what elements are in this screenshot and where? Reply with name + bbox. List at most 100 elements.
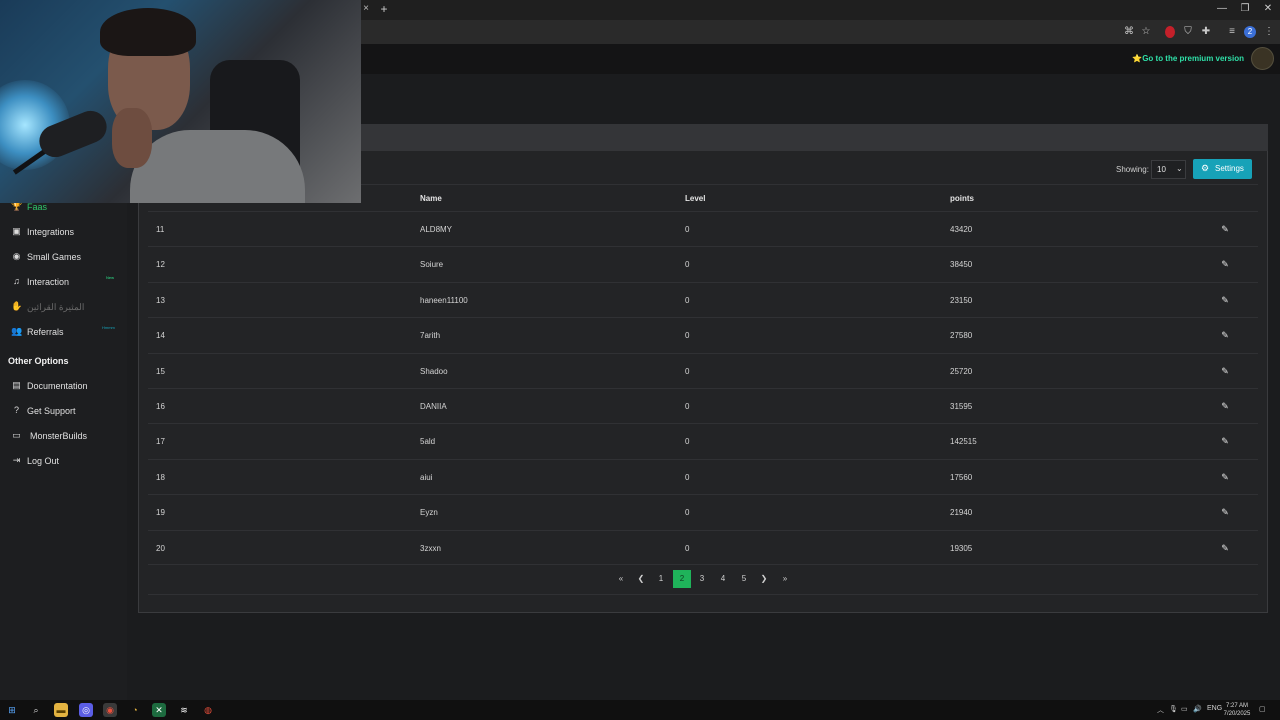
search-icon[interactable]: ⌕ (29, 703, 43, 717)
column-header-level[interactable]: Level (685, 194, 705, 203)
row-rank: 20 (156, 544, 165, 553)
sidebar-item-label: MonsterBuilds (30, 431, 88, 441)
bookmark-star-icon[interactable]: ☆ (1139, 25, 1153, 39)
sidebar-item-small-games[interactable]: ◉ Small Games (0, 248, 127, 266)
sidebar-item-documentation[interactable]: ▤ Documentation (0, 377, 127, 395)
edit-pencil-icon[interactable]: ✎ (1219, 400, 1231, 412)
edit-pencil-icon[interactable]: ✎ (1219, 365, 1231, 377)
sidebar-item-referrals[interactable]: 👥 Referrals Hmmm (0, 323, 127, 341)
table-row: 15 Shadoo 0 25720 ✎ (148, 353, 1258, 388)
close-window-icon[interactable]: ✕ (1261, 2, 1275, 16)
notification-icon[interactable]: ▢ (1259, 705, 1266, 713)
row-level: 0 (685, 225, 690, 234)
row-name: 7arith (420, 331, 441, 340)
minimize-icon[interactable]: — (1215, 2, 1229, 16)
network-tray-icon[interactable]: ▭ (1181, 705, 1188, 713)
prev-page-icon[interactable]: ❮ (634, 570, 648, 588)
row-name: Shadoo (420, 367, 448, 376)
music-icon: ♫ (13, 276, 20, 286)
page-size-select[interactable]: 10 ⌄ (1151, 160, 1186, 179)
row-rank: 17 (156, 437, 165, 446)
edit-pencil-icon[interactable]: ✎ (1219, 506, 1231, 518)
excel-icon[interactable]: ✕ (152, 703, 166, 717)
sidebar-item-integrations[interactable]: ▣ Integrations (0, 223, 127, 241)
table-row: 18 aiui 0 17560 ✎ (148, 459, 1258, 494)
taskbar-clock[interactable]: 7:27 AM 7/20/2025 (1222, 702, 1252, 718)
edit-pencil-icon[interactable]: ✎ (1219, 435, 1231, 447)
row-name: 3zxxn (420, 544, 441, 553)
page-1-button[interactable]: 1 (654, 570, 668, 588)
webcam-person-hair (100, 8, 196, 56)
row-level: 0 (685, 402, 690, 411)
row-level: 0 (685, 437, 690, 446)
sidebar-item-interaction[interactable]: ♫ Interaction New (0, 273, 127, 291)
menu-dots-icon[interactable]: ⋮ (1262, 25, 1276, 39)
premium-link[interactable]: ⭐Go to the premium version (1132, 54, 1244, 63)
tab-close-icon[interactable]: × (361, 3, 371, 15)
user-avatar[interactable] (1251, 47, 1274, 70)
row-level: 0 (685, 260, 690, 269)
recorder-icon[interactable]: ◍ (201, 703, 215, 717)
row-rank: 15 (156, 367, 165, 376)
edit-pencil-icon[interactable]: ✎ (1219, 471, 1231, 483)
page-5-button[interactable]: 5 (737, 570, 751, 588)
last-page-icon[interactable]: » (778, 570, 792, 588)
restore-icon[interactable]: ❐ (1238, 2, 1252, 16)
profile-avatar[interactable]: 2 (1244, 26, 1256, 38)
edit-pencil-icon[interactable]: ✎ (1219, 223, 1231, 235)
extension-icon[interactable] (1165, 26, 1175, 38)
row-level: 0 (685, 367, 690, 376)
sidebar-item-arabic[interactable]: ✋ المثيرة القرائين (0, 298, 127, 316)
panel-footer-divider (148, 594, 1258, 595)
box-icon: ▣ (12, 226, 21, 236)
sidebar-item-label: Small Games (27, 252, 82, 262)
laptop-icon: ▭ (12, 430, 21, 440)
page-3-button[interactable]: 3 (695, 570, 709, 588)
sidebar-item-label: Log Out (27, 456, 60, 466)
table-row: 16 DANIIA 0 31595 ✎ (148, 388, 1258, 423)
sidebar-item-label: Interaction (27, 277, 70, 287)
column-header-name[interactable]: Name (420, 194, 442, 203)
sidebar-item-get-support[interactable]: ? Get Support (0, 402, 127, 420)
new-tab-icon[interactable]: + (378, 3, 390, 15)
logout-icon: ⇥ (12, 455, 21, 465)
page-4-button[interactable]: 4 (716, 570, 730, 588)
windows-taskbar (0, 700, 1280, 720)
first-page-icon[interactable]: « (614, 570, 628, 588)
edit-pencil-icon[interactable]: ✎ (1219, 258, 1231, 270)
table-row: 14 7arith 0 27580 ✎ (148, 317, 1258, 352)
sidebar-section-title: Other Options (8, 356, 69, 366)
referrals-badge: Hmmm (102, 325, 115, 330)
table-row: 20 3zxxn 0 19305 ✎ (148, 530, 1258, 565)
settings-button[interactable]: ⚙ Settings (1193, 159, 1252, 179)
windows-start-icon[interactable]: ⊞ (5, 703, 19, 717)
sidebar-item-log-out[interactable]: ⇥ Log Out (0, 452, 127, 470)
row-name: 5ald (420, 437, 436, 446)
next-page-icon[interactable]: ❯ (757, 570, 771, 588)
chrome-icon[interactable]: ◉ (103, 703, 117, 717)
gamepad-icon: ◉ (12, 251, 21, 261)
tray-chevron-icon[interactable]: ︿ (1157, 705, 1164, 715)
puzzle-icon[interactable]: ✚ (1199, 25, 1213, 39)
mic-tray-icon[interactable]: 🎙 (1169, 705, 1178, 713)
shield-extension-icon[interactable]: ⛉ (1181, 25, 1195, 39)
row-rank: 16 (156, 402, 165, 411)
page-2-button[interactable]: 2 (673, 570, 691, 588)
row-level: 0 (685, 508, 690, 517)
webcam-overlay (0, 0, 361, 203)
media-icon[interactable]: ≡ (1225, 25, 1239, 39)
column-header-points[interactable]: points (950, 194, 974, 203)
chevron-down-icon: ⌄ (1176, 164, 1183, 173)
file-explorer-icon[interactable]: ▬ (54, 703, 68, 717)
chat-app-icon[interactable]: ◎ (79, 703, 93, 717)
volume-tray-icon[interactable]: 🔊 (1193, 705, 1202, 713)
translate-icon[interactable]: ⌘ (1122, 25, 1136, 39)
row-name: Soiure (420, 260, 444, 269)
edit-pencil-icon[interactable]: ✎ (1219, 294, 1231, 306)
sidebar-item-monsterbuilds[interactable]: ▭ MonsterBuilds (0, 427, 127, 445)
steam-icon[interactable]: ≋ (177, 703, 191, 717)
obs-app-icon[interactable]: ◔ (128, 703, 142, 717)
language-indicator[interactable]: ENG (1207, 705, 1222, 712)
edit-pencil-icon[interactable]: ✎ (1219, 329, 1231, 341)
edit-pencil-icon[interactable]: ✎ (1219, 542, 1231, 554)
